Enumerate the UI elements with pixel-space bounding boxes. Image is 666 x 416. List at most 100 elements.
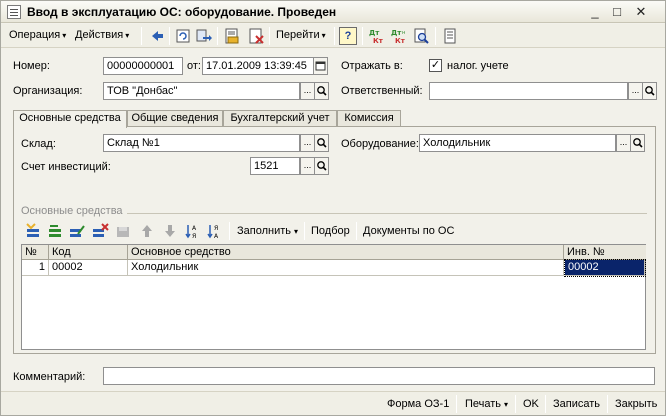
toolbar-separator xyxy=(607,395,608,413)
window-title: Ввод в эксплуатацию ОС: оборудование. Пр… xyxy=(27,5,337,19)
post-document-icon[interactable] xyxy=(223,27,241,45)
column-header-asset[interactable]: Основное средство xyxy=(128,245,564,260)
organization-field[interactable]: ТОВ "Донбас" xyxy=(103,82,300,100)
tab-accounting[interactable]: Бухгалтерский учет xyxy=(223,110,337,127)
table-cell-code[interactable]: 00002 xyxy=(49,260,128,276)
tab-general-info[interactable]: Общие сведения xyxy=(127,110,223,127)
warehouse-select-button[interactable]: ... xyxy=(300,134,315,152)
investment-account-search-button[interactable] xyxy=(314,157,329,175)
date-field[interactable]: 17.01.2009 13:39:45 xyxy=(202,57,314,75)
sort-descending-icon[interactable]: ЯA xyxy=(206,222,224,240)
table-cell-inventory-number[interactable]: 00002 xyxy=(564,259,646,277)
goto-menu[interactable]: Перейти ▾ xyxy=(276,29,326,41)
number-label: Номер: xyxy=(13,60,50,72)
toolbar-separator xyxy=(141,27,142,45)
sort-ascending-icon[interactable]: AЯ xyxy=(184,222,202,240)
close-button[interactable]: Закрыть xyxy=(615,398,657,410)
equipment-search-button[interactable] xyxy=(630,134,645,152)
close-window-button[interactable]: ✕ xyxy=(633,4,649,20)
responsible-search-button[interactable] xyxy=(642,82,657,100)
column-header-inventory-number[interactable]: Инв. № xyxy=(564,245,646,260)
toolbar-separator xyxy=(362,27,363,45)
maximize-button[interactable]: □ xyxy=(609,4,625,20)
organization-select-button[interactable]: ... xyxy=(300,82,315,100)
warehouse-search-button[interactable] xyxy=(314,134,329,152)
responsible-label: Ответственный: xyxy=(341,85,423,97)
svg-text:Дт: Дт xyxy=(369,29,380,37)
toolbar-separator xyxy=(229,222,230,240)
form-oz1-button[interactable]: Форма ОЗ-1 xyxy=(387,398,449,410)
svg-text:A: A xyxy=(214,233,219,240)
actions-menu-label: Действия xyxy=(75,29,124,41)
dt-kt-icon[interactable]: Дт Кт xyxy=(367,27,385,45)
title-bar[interactable]: Ввод в эксплуатацию ОС: оборудование. Пр… xyxy=(1,1,665,23)
warehouse-field[interactable]: Склад №1 xyxy=(103,134,300,152)
equipment-select-button[interactable]: ... xyxy=(616,134,631,152)
table-cell-number[interactable]: 1 xyxy=(22,260,49,276)
save-button[interactable]: Записать xyxy=(553,398,600,410)
toolbar-separator xyxy=(435,27,436,45)
svg-text:Я: Я xyxy=(214,225,218,232)
reflect-label: Отражать в: xyxy=(341,60,403,72)
ok-button[interactable]: OK xyxy=(523,398,539,410)
copy-row-icon[interactable] xyxy=(46,222,64,240)
equipment-label: Оборудование: xyxy=(341,138,419,150)
actions-menu[interactable]: Действия ▾ xyxy=(75,29,129,41)
chevron-down-icon: ▾ xyxy=(62,31,67,40)
toolbar-separator xyxy=(356,222,357,240)
navigate-icon[interactable] xyxy=(195,27,213,45)
tab-commission[interactable]: Комиссия xyxy=(337,110,401,127)
comment-field[interactable] xyxy=(103,367,655,385)
asset-documents-button[interactable]: Документы по ОС xyxy=(363,225,454,237)
unpost-document-icon[interactable] xyxy=(247,27,265,45)
organization-search-button[interactable] xyxy=(314,82,329,100)
add-row-icon[interactable] xyxy=(24,222,42,240)
investment-account-select-button[interactable]: ... xyxy=(300,157,315,175)
refresh-icon[interactable] xyxy=(174,27,192,45)
responsible-field[interactable] xyxy=(429,82,628,100)
end-edit-icon[interactable] xyxy=(114,222,132,240)
help-icon[interactable]: ? xyxy=(339,27,357,45)
toolbar: Операция ▾ Действия ▾ Перейти ▾ ? Дт Кт Дт Кт… xyxy=(1,24,665,48)
chevron-down-icon: ▾ xyxy=(504,400,509,409)
operation-menu[interactable]: Операция ▾ xyxy=(9,29,66,41)
assets-table[interactable]: № Код Основное средство Инв. № 1 00002 Х… xyxy=(21,244,646,350)
table-cell-asset[interactable]: Холодильник xyxy=(128,260,564,276)
column-header-code[interactable]: Код xyxy=(49,245,128,260)
chevron-down-icon: ▾ xyxy=(321,31,326,40)
tab-fixed-assets[interactable]: Основные средства xyxy=(13,110,127,128)
equipment-field[interactable]: Холодильник xyxy=(419,134,616,152)
move-down-icon[interactable] xyxy=(161,222,179,240)
document-icon xyxy=(7,5,21,19)
calendar-button[interactable] xyxy=(313,57,328,75)
structure-icon[interactable] xyxy=(441,27,459,45)
tax-accounting-checkbox[interactable]: ✓ xyxy=(429,59,442,72)
selection-button[interactable]: Подбор xyxy=(311,225,350,237)
toolbar-separator xyxy=(545,395,546,413)
svg-text:A: A xyxy=(192,225,197,232)
section-divider xyxy=(127,213,647,214)
responsible-select-button[interactable]: ... xyxy=(628,82,643,100)
document-window: Ввод в эксплуатацию ОС: оборудование. Пр… xyxy=(0,0,666,416)
edit-row-icon[interactable] xyxy=(68,222,86,240)
move-up-icon[interactable] xyxy=(138,222,156,240)
toolbar-separator xyxy=(515,395,516,413)
dt-kt-movements-icon[interactable]: Дт Кт н xyxy=(390,27,408,45)
organization-label: Организация: xyxy=(13,85,83,97)
toolbar-separator xyxy=(304,222,305,240)
toolbar-separator xyxy=(334,27,335,45)
svg-text:Кт: Кт xyxy=(373,37,384,45)
delete-row-icon[interactable] xyxy=(91,222,109,240)
search-preview-icon[interactable] xyxy=(412,27,430,45)
print-menu-label: Печать xyxy=(465,398,502,410)
toolbar-separator xyxy=(169,27,170,45)
print-menu[interactable]: Печать ▾ xyxy=(465,398,508,410)
fill-menu[interactable]: Заполнить ▾ xyxy=(237,225,298,237)
prev-icon[interactable] xyxy=(148,27,166,45)
number-field[interactable]: 00000000001 xyxy=(103,57,183,75)
toolbar-separator xyxy=(217,27,218,45)
column-header-number[interactable]: № xyxy=(22,245,49,260)
warehouse-label: Склад: xyxy=(21,138,56,150)
investment-account-field[interactable]: 1521 xyxy=(250,157,300,175)
minimize-button[interactable]: _ xyxy=(587,4,603,20)
